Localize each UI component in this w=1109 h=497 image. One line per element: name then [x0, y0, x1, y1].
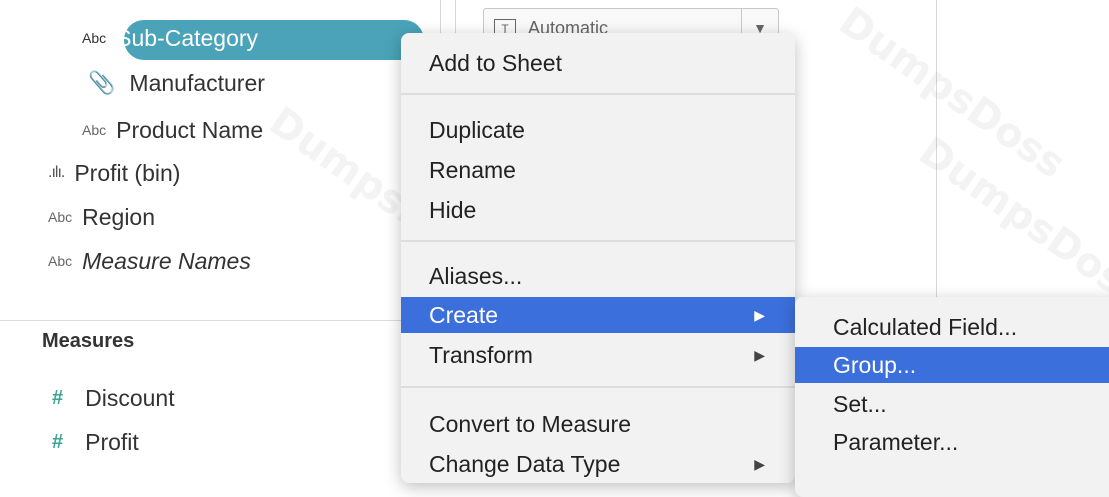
field-context-menu: Add to Sheet Duplicate Rename Hide Alias…	[401, 33, 795, 483]
menu-item-label: Change Data Type	[429, 450, 621, 477]
menu-separator	[401, 386, 795, 388]
field-label: Profit	[85, 428, 139, 455]
menu-item-rename[interactable]: Rename	[401, 152, 795, 188]
field-product-name[interactable]: Abc Product Name	[82, 112, 263, 148]
abc-icon: Abc	[82, 122, 107, 138]
menu-item-change-data-type[interactable]: Change Data Type ▶	[401, 446, 795, 482]
section-divider	[0, 320, 420, 321]
menu-item-label: Create	[429, 301, 499, 328]
field-profit-bin[interactable]: .ılı. Profit (bin)	[48, 155, 180, 191]
field-profit[interactable]: # Profit	[52, 424, 139, 460]
field-discount[interactable]: # Discount	[52, 380, 175, 416]
submenu-arrow-icon: ▶	[754, 346, 765, 363]
menu-item-aliases[interactable]: Aliases...	[401, 258, 795, 294]
number-icon: #	[52, 386, 64, 409]
paperclip-icon: 📎	[88, 70, 116, 95]
submenu-item-parameter[interactable]: Parameter...	[795, 424, 1109, 460]
bin-icon: .ılı.	[48, 164, 65, 181]
menu-separator	[401, 93, 795, 95]
menu-item-create[interactable]: Create ▶	[401, 297, 795, 333]
number-icon: #	[52, 430, 64, 453]
submenu-item-calculated-field[interactable]: Calculated Field...	[795, 309, 1109, 345]
abc-icon: Abc	[48, 209, 73, 225]
abc-icon: Abc	[48, 253, 73, 269]
measures-heading: Measures	[42, 330, 135, 352]
field-region[interactable]: Abc Region	[48, 199, 155, 235]
menu-item-label: Transform	[429, 341, 533, 368]
submenu-item-set[interactable]: Set...	[795, 386, 1109, 422]
menu-item-convert-to-measure[interactable]: Convert to Measure	[401, 406, 795, 442]
create-submenu: Calculated Field... Group... Set... Para…	[795, 297, 1109, 497]
field-label: Region	[82, 203, 156, 230]
abc-icon: Abc	[82, 30, 107, 46]
data-pane: Abc Sub-Category 📎 Manufacturer Abc Prod…	[0, 0, 424, 470]
field-label: Manufacturer	[129, 69, 265, 96]
field-label: Sub-Category	[116, 24, 259, 51]
field-sub-category[interactable]: Abc Sub-Category	[82, 20, 258, 56]
field-label: Product Name	[116, 116, 264, 143]
field-label: Measure Names	[82, 247, 251, 274]
field-measure-names[interactable]: Abc Measure Names	[48, 243, 251, 279]
field-label: Discount	[85, 384, 175, 411]
menu-item-transform[interactable]: Transform ▶	[401, 337, 795, 373]
menu-item-hide[interactable]: Hide	[401, 192, 795, 228]
menu-separator	[401, 240, 795, 242]
menu-item-add-to-sheet[interactable]: Add to Sheet	[401, 45, 795, 81]
submenu-arrow-icon: ▶	[754, 306, 765, 323]
field-label: Profit (bin)	[74, 159, 181, 186]
field-manufacturer[interactable]: 📎 Manufacturer	[88, 65, 265, 101]
menu-item-duplicate[interactable]: Duplicate	[401, 112, 795, 148]
submenu-item-group[interactable]: Group...	[795, 347, 1109, 383]
